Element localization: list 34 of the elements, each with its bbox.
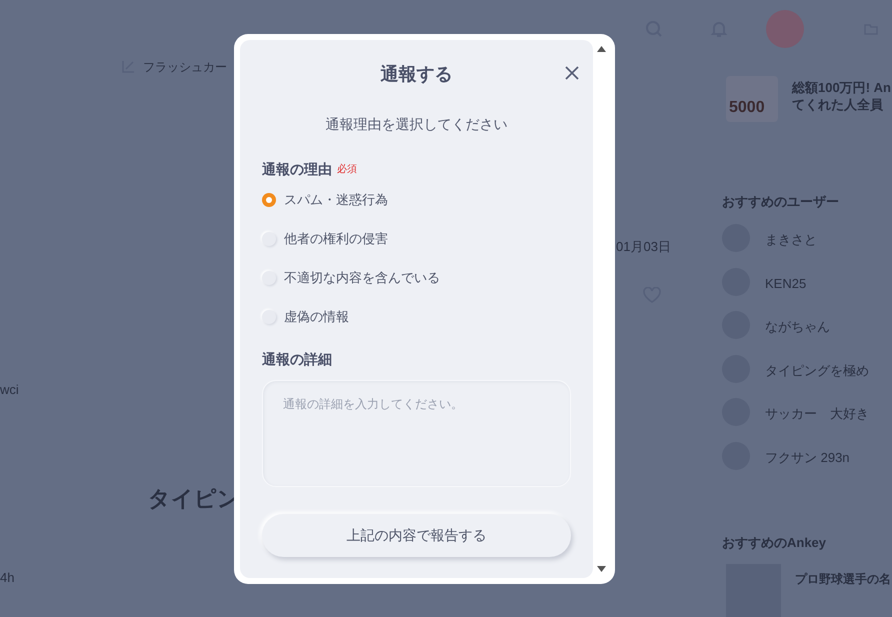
submit-button[interactable]: 上記の内容で報告する — [262, 514, 571, 557]
banner-title[interactable]: 総額100万円! An — [792, 78, 891, 98]
post-date: 01月03日 — [616, 238, 671, 256]
radio-option[interactable]: 不適切な内容を含んでいる — [262, 267, 571, 288]
section-title: おすすめのAnkey — [722, 534, 826, 552]
user-name[interactable]: タイピングを極め — [765, 360, 869, 380]
close-icon[interactable] — [565, 66, 579, 80]
section-title: おすすめのユーザー — [722, 193, 839, 211]
field-label: 通報の理由 — [262, 160, 332, 179]
scroll-up-icon[interactable] — [596, 46, 606, 52]
user-name[interactable]: KEN25 — [765, 274, 806, 293]
user-name[interactable]: ながちゃん — [765, 317, 830, 336]
menu-link[interactable]: フラッシュカー — [143, 58, 227, 76]
radio-button[interactable] — [262, 192, 276, 206]
author-name: wci — [0, 381, 19, 399]
radio-button[interactable] — [262, 270, 276, 284]
field-label: 通報の詳細 — [262, 351, 332, 367]
scroll-down-icon[interactable] — [596, 566, 606, 572]
radio-option[interactable]: 他者の権利の侵害 — [262, 228, 571, 249]
required-label: 必須 — [337, 162, 357, 177]
radio-option[interactable]: 虚偽の情報 — [262, 306, 571, 327]
item-text: 4h — [0, 569, 14, 587]
radio-button[interactable] — [262, 232, 276, 246]
dialog-title: 通報する — [380, 62, 452, 86]
details-field[interactable]: 通報の詳細を入力してください。 — [262, 380, 571, 487]
banner-title[interactable]: てくれた人全員 — [792, 95, 883, 114]
radio-button[interactable] — [262, 310, 276, 324]
dialog-subtitle: 通報理由を選択してください — [326, 116, 508, 132]
ankey-title[interactable]: プロ野球選手の名 — [795, 570, 891, 588]
user-name[interactable]: サッカー 大好き — [765, 404, 869, 424]
user-name[interactable]: フクサン 293n — [765, 448, 850, 467]
radio-option[interactable]: スパム・迷惑行為 — [262, 189, 571, 210]
user-name[interactable]: まきさと — [765, 230, 817, 250]
banner-number: 5000 — [729, 98, 765, 118]
